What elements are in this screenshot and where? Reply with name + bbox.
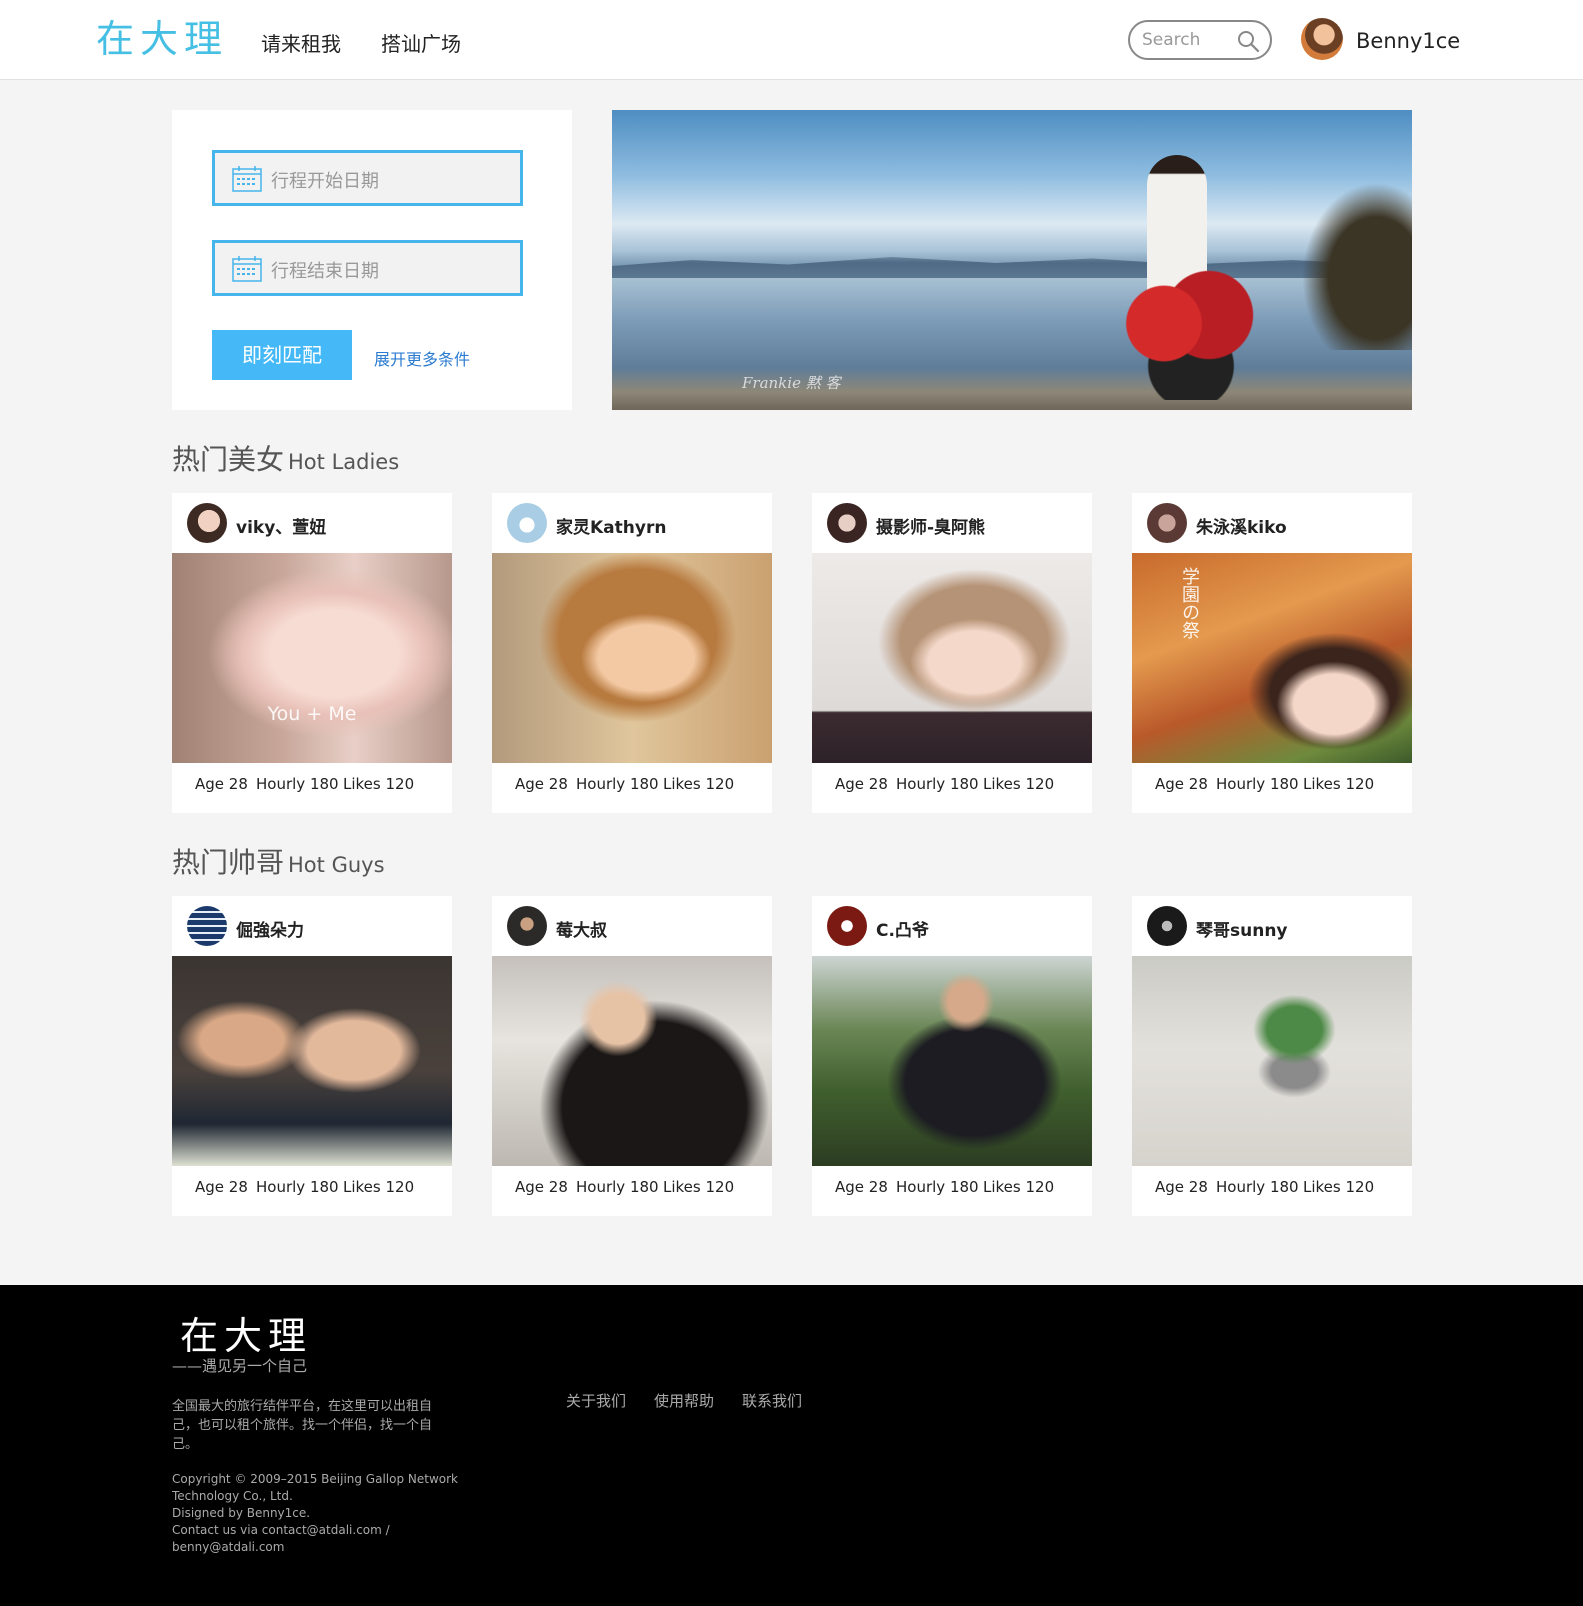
banner-scooter (1092, 230, 1272, 400)
likes-label: Likes 120 (1303, 775, 1375, 793)
age-label: Age 28 (195, 1178, 248, 1196)
profile-name[interactable]: 琴哥sunny (1196, 916, 1288, 941)
avatar[interactable] (187, 906, 227, 946)
likes-label: Likes 120 (343, 1178, 415, 1196)
profile-photo[interactable] (812, 956, 1092, 1166)
calendar-icon (232, 256, 262, 282)
profile-photo[interactable]: 学園の祭 (1132, 553, 1412, 763)
photo-caption: 学園の祭 (1179, 567, 1200, 639)
age-label: Age 28 (835, 1178, 888, 1196)
username[interactable]: Benny1ce (1356, 29, 1460, 53)
profile-photo[interactable] (492, 956, 772, 1166)
hourly-label: Hourly 180 (1216, 775, 1299, 793)
age-label: Age 28 (1155, 775, 1208, 793)
nav-rent-me[interactable]: 请来租我 (261, 30, 341, 58)
avatar[interactable] (827, 503, 867, 543)
profile-card[interactable]: 琴哥sunny Age 28 Hourly 180 Likes 120 (1132, 896, 1412, 1216)
likes-label: Likes 120 (983, 1178, 1055, 1196)
search-icon[interactable] (1236, 29, 1260, 53)
profile-name[interactable]: 莓大叔 (556, 916, 607, 941)
profile-card[interactable]: 摄影师-臭阿熊 Age 28 Hourly 180 Likes 120 (812, 493, 1092, 813)
top-header: 在大理 请来租我 搭讪广场 Search Benny1ce (0, 0, 1583, 80)
profile-photo[interactable] (492, 553, 772, 763)
likes-label: Likes 120 (1303, 1178, 1375, 1196)
age-label: Age 28 (195, 775, 248, 793)
avatar[interactable] (827, 906, 867, 946)
footer-link-help[interactable]: 使用帮助 (654, 1390, 714, 1411)
hot-ladies-title: 热门美女 Hot Ladies (172, 440, 399, 482)
banner-trees (1292, 170, 1412, 350)
hero-banner[interactable]: Frankie 黙 客 (612, 110, 1412, 410)
site-footer: 在大理 ——遇见另一个自己 全国最大的旅行结伴平台，在这里可以出租自己，也可以租… (0, 1285, 1583, 1606)
search-box[interactable]: Search (1128, 20, 1272, 60)
hourly-label: Hourly 180 (896, 1178, 979, 1196)
profile-name[interactable]: viky、萱妞 (236, 513, 326, 538)
nav-chat-square[interactable]: 搭讪广场 (381, 30, 461, 58)
footer-contact: Contact us via contact@atdali.com / benn… (172, 1523, 390, 1554)
profile-card[interactable]: C.凸爷 Age 28 Hourly 180 Likes 120 (812, 896, 1092, 1216)
hourly-label: Hourly 180 (256, 775, 339, 793)
profile-card[interactable]: 倔強朵力 Age 28 Hourly 180 Likes 120 (172, 896, 452, 1216)
hot-guys-title-en: Hot Guys (288, 853, 385, 877)
age-label: Age 28 (1155, 1178, 1208, 1196)
banner-watermark: Frankie 黙 客 (742, 374, 841, 392)
site-logo[interactable]: 在大理 (96, 16, 228, 62)
hot-guys-title: 热门帅哥 Hot Guys (172, 843, 385, 885)
end-date-field[interactable]: 行程结束日期 (212, 240, 523, 296)
profile-photo[interactable]: You + Me (172, 553, 452, 763)
footer-slogan: ——遇见另一个自己 (172, 1357, 308, 1375)
profile-photo[interactable] (1132, 956, 1412, 1166)
profile-card[interactable]: 朱泳溪kiko 学園の祭 Age 28 Hourly 180 Likes 120 (1132, 493, 1412, 813)
avatar[interactable] (507, 906, 547, 946)
profile-card[interactable]: 家灵Kathyrn Age 28 Hourly 180 Likes 120 (492, 493, 772, 813)
calendar-icon (232, 166, 262, 192)
search-input[interactable]: Search (1142, 30, 1200, 50)
likes-label: Likes 120 (343, 775, 415, 793)
footer-link-contact[interactable]: 联系我们 (742, 1390, 802, 1411)
footer-designer: Disigned by Benny1ce. (172, 1506, 311, 1520)
footer-copyright-block: Copyright © 2009–2015 Beijing Gallop Net… (172, 1471, 462, 1556)
age-label: Age 28 (515, 1178, 568, 1196)
avatar[interactable] (507, 503, 547, 543)
avatar[interactable] (1147, 906, 1187, 946)
hourly-label: Hourly 180 (576, 1178, 659, 1196)
hourly-label: Hourly 180 (1216, 1178, 1299, 1196)
avatar[interactable] (1147, 503, 1187, 543)
user-avatar[interactable] (1301, 18, 1343, 60)
age-label: Age 28 (515, 775, 568, 793)
photo-caption: You + Me (267, 703, 357, 725)
footer-logo: 在大理 (180, 1314, 313, 1358)
match-panel: 行程开始日期 行程结束日期 即刻匹配 展开更多条件 (172, 110, 572, 410)
profile-name[interactable]: C.凸爷 (876, 916, 929, 941)
profile-photo[interactable] (172, 956, 452, 1166)
match-now-button[interactable]: 即刻匹配 (212, 330, 352, 380)
hot-ladies-title-en: Hot Ladies (288, 450, 400, 474)
hourly-label: Hourly 180 (576, 775, 659, 793)
profile-name[interactable]: 家灵Kathyrn (556, 513, 666, 538)
footer-description: 全国最大的旅行结伴平台，在这里可以出租自己，也可以租个旅伴。找一个伴侣，找一个自… (172, 1399, 433, 1452)
hourly-label: Hourly 180 (896, 775, 979, 793)
profile-card[interactable]: 莓大叔 Age 28 Hourly 180 Likes 120 (492, 896, 772, 1216)
likes-label: Likes 120 (663, 775, 735, 793)
avatar[interactable] (187, 503, 227, 543)
profile-name[interactable]: 摄影师-臭阿熊 (876, 513, 985, 538)
start-date-field[interactable]: 行程开始日期 (212, 150, 523, 206)
start-date-placeholder: 行程开始日期 (271, 171, 379, 192)
more-conditions-link[interactable]: 展开更多条件 (374, 346, 470, 370)
footer-copyright: Copyright © 2009–2015 Beijing Gallop Net… (172, 1472, 459, 1503)
profile-name[interactable]: 朱泳溪kiko (1196, 513, 1287, 538)
hot-ladies-title-cn: 热门美女 (172, 443, 285, 476)
likes-label: Likes 120 (663, 1178, 735, 1196)
end-date-placeholder: 行程结束日期 (271, 261, 379, 282)
hot-guys-title-cn: 热门帅哥 (172, 846, 285, 879)
footer-link-about[interactable]: 关于我们 (566, 1390, 626, 1411)
likes-label: Likes 120 (983, 775, 1055, 793)
age-label: Age 28 (835, 775, 888, 793)
hourly-label: Hourly 180 (256, 1178, 339, 1196)
profile-name[interactable]: 倔強朵力 (236, 916, 304, 941)
profile-card[interactable]: viky、萱妞 You + Me Age 28 Hourly 180 Likes… (172, 493, 452, 813)
profile-photo[interactable] (812, 553, 1092, 763)
